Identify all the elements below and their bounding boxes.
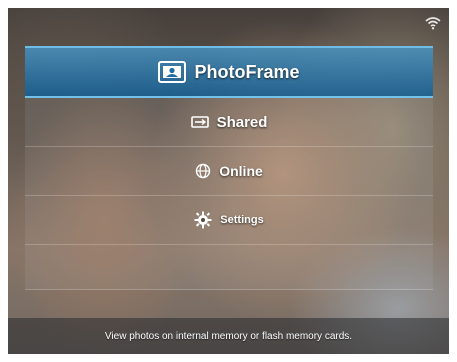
globe-icon (196, 163, 211, 179)
menu-item-settings[interactable]: Settings (25, 196, 433, 245)
shared-icon (190, 116, 209, 128)
menu-item-online[interactable]: Online (25, 147, 433, 196)
menu-item-photoframe[interactable]: PhotoFrame (25, 46, 433, 98)
menu-item-shared[interactable]: Shared (25, 98, 433, 147)
menu-item-label: PhotoFrame (194, 61, 300, 82)
main-menu: PhotoFrame Shared Online Settings (25, 46, 433, 290)
menu-item-label: Settings (220, 214, 264, 226)
menu-item-label: Online (219, 163, 263, 179)
photo-frame-icon (158, 61, 187, 83)
wifi-icon (425, 17, 441, 30)
photo-frame-screen: PhotoFrame Shared Online Settings View p… (8, 8, 449, 354)
device-frame: PhotoFrame Shared Online Settings View p… (0, 0, 457, 362)
help-text: View photos on internal memory or flash … (104, 330, 353, 342)
menu-empty-row (25, 245, 433, 290)
menu-item-label: Shared (216, 113, 268, 131)
help-bar: View photos on internal memory or flash … (8, 318, 449, 354)
gear-icon (194, 211, 212, 229)
